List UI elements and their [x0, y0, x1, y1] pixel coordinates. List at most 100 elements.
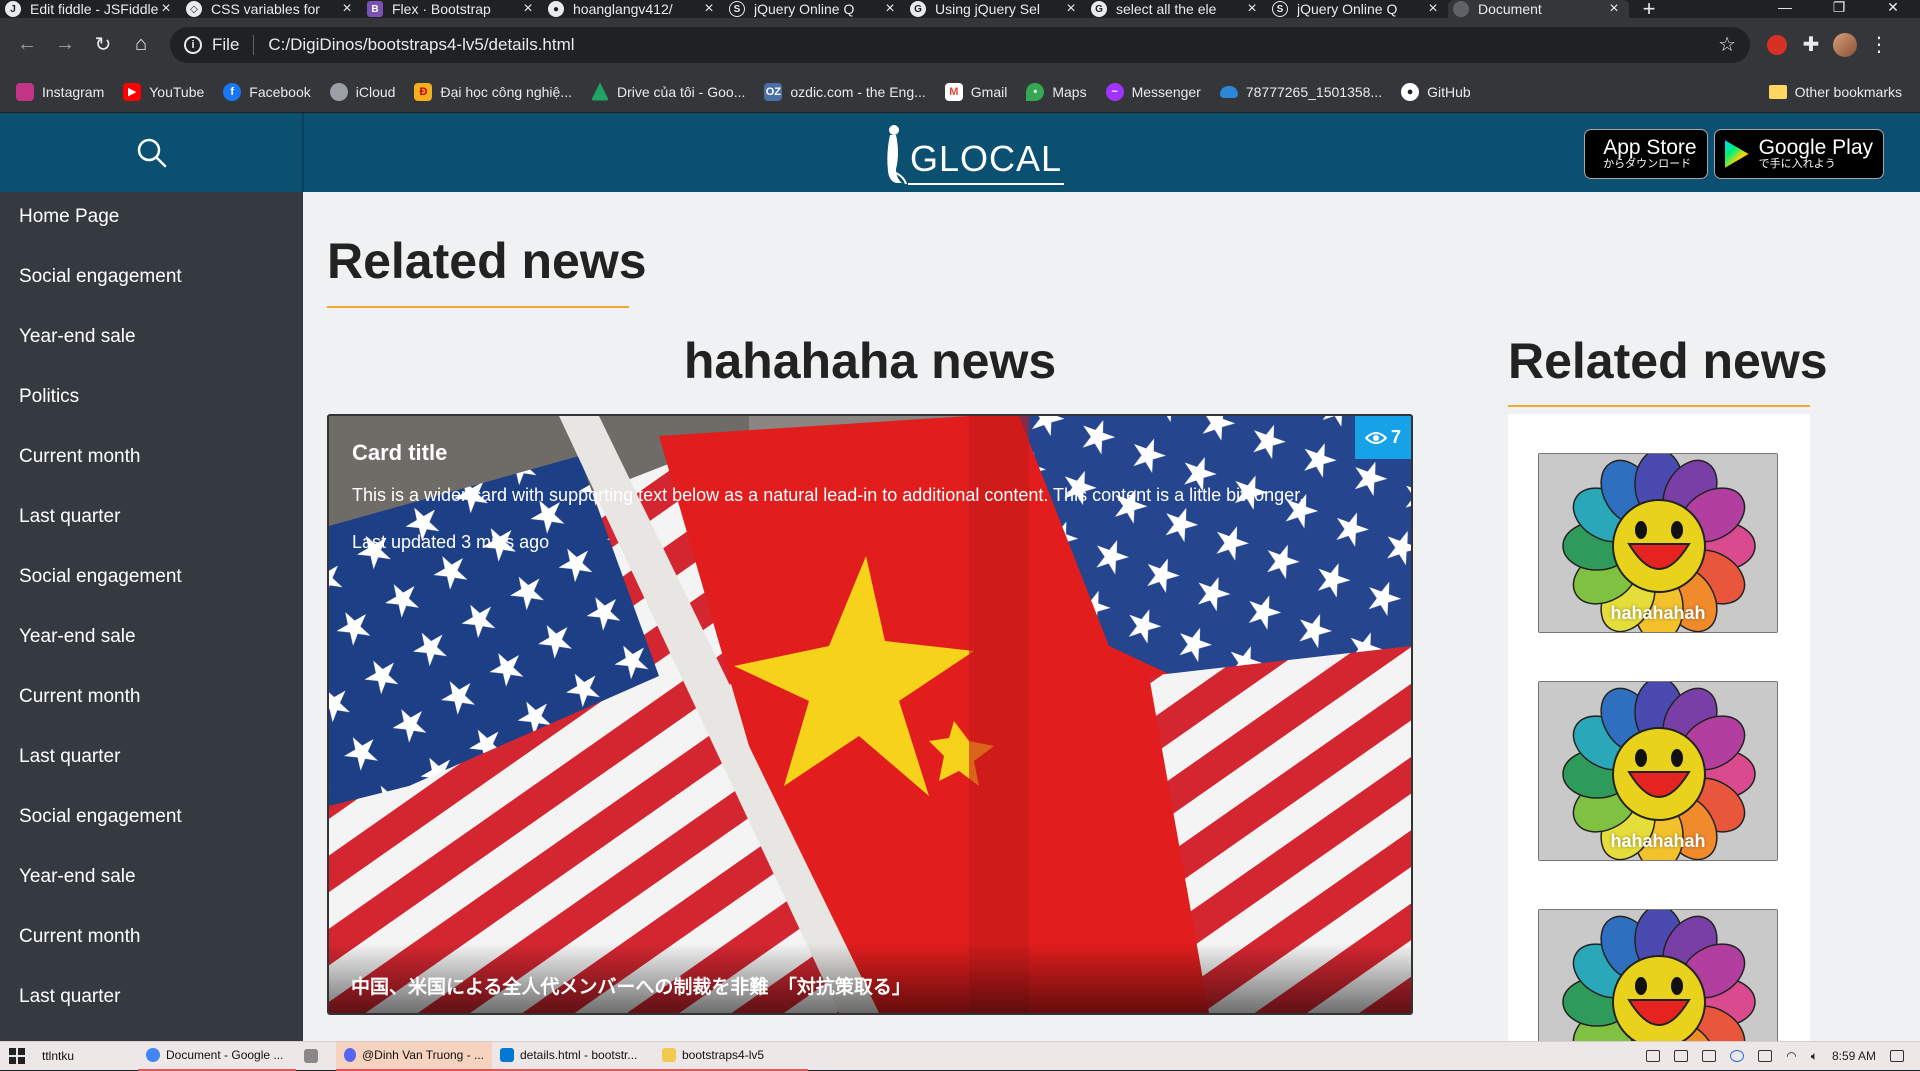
close-window-icon[interactable]: ✕ [1866, 0, 1920, 18]
sidebar-item-home-page[interactable]: Home Page [0, 194, 303, 254]
sidebar-item-social-engagement[interactable]: Social engagement [0, 794, 303, 854]
bookmark-university[interactable]: Đ Đại học công nghiệ... [414, 82, 572, 101]
browser-tab-active[interactable]: Document × [1448, 0, 1629, 18]
search-button[interactable] [0, 113, 303, 192]
university-icon: Đ [414, 82, 433, 101]
sidebar-item-last-quarter[interactable]: Last quarter [0, 974, 303, 1034]
bookmark-facebook[interactable]: f Facebook [223, 82, 311, 101]
browser-tab[interactable]: G Using jQuery Sel × [905, 0, 1086, 18]
close-tab-icon[interactable]: × [1064, 1, 1078, 17]
site-header: GLOCAL App Store からダウンロード Google Play で手… [0, 113, 1920, 192]
app-store-button[interactable]: App Store からダウンロード [1584, 129, 1708, 179]
close-tab-icon[interactable]: × [1245, 1, 1259, 17]
bookmark-gmail[interactable]: M Gmail [944, 82, 1007, 101]
site-icon: S [1272, 1, 1288, 17]
close-tab-icon[interactable]: × [1607, 1, 1621, 17]
close-tab-icon[interactable]: × [521, 1, 535, 17]
minimize-icon[interactable]: — [1758, 0, 1812, 18]
bookmark-github[interactable]: ● GitHub [1401, 82, 1471, 101]
other-bookmarks[interactable]: Other bookmarks [1768, 84, 1902, 100]
related-news-item[interactable]: hahahahah [1538, 453, 1778, 633]
chrome-menu-icon[interactable]: ⋮ [1862, 28, 1896, 62]
browser-tab[interactable]: ● hoanglangv412/× [543, 0, 724, 18]
sidebar-item-year-end-sale[interactable]: Year-end sale [0, 314, 303, 374]
taskbar-item-discord[interactable]: @Dinh Van Truong - ... [336, 1041, 492, 1071]
related-news-item[interactable]: hahahahah [1538, 681, 1778, 861]
main-content: Related news hahahaha news 7 Card title … [303, 192, 1920, 1041]
address-bar[interactable]: i File C:/DigiDinos/bootstraps4-lv5/deta… [170, 26, 1750, 63]
sidebar-item-current-month[interactable]: Current month [0, 434, 303, 494]
bookmark-instagram[interactable]: Instagram [16, 82, 104, 101]
sidebar-item-last-quarter[interactable]: Last quarter [0, 734, 303, 794]
sidebar-item-year-end-sale[interactable]: Year-end sale [0, 854, 303, 914]
new-tab-button[interactable]: + [1629, 0, 1669, 21]
windows-taskbar: ttlntku Document - Google ... @Dinh Van … [0, 1041, 1920, 1071]
tray-defender-icon[interactable] [1702, 1050, 1717, 1062]
sidebar-item-current-month[interactable]: Current month [0, 674, 303, 734]
news-card[interactable]: 7 Card title This is a wider card with s… [327, 414, 1413, 1015]
back-icon[interactable]: ← [8, 26, 46, 64]
codepen-icon: ◇ [186, 1, 202, 17]
close-tab-icon[interactable]: × [159, 1, 173, 17]
forward-icon[interactable]: → [46, 26, 84, 64]
github-icon: ● [548, 1, 564, 17]
sidebar-item-politics[interactable]: Politics [0, 374, 303, 434]
close-tab-icon[interactable]: × [1426, 1, 1440, 17]
notification-icon[interactable] [1890, 1050, 1904, 1062]
home-icon[interactable]: ⌂ [122, 26, 160, 64]
bookmark-ozdic[interactable]: OZ ozdic.com - the Eng... [764, 82, 926, 101]
globe-icon [1453, 1, 1469, 17]
sidebar-item-year-end-sale[interactable]: Year-end sale [0, 614, 303, 674]
tray-app-icon[interactable] [1646, 1050, 1661, 1062]
site-icon: S [729, 1, 745, 17]
profile-avatar[interactable] [1828, 28, 1862, 62]
bookmark-maps[interactable]: • Maps [1026, 82, 1087, 101]
taskbar-item-explorer[interactable]: bootstraps4-lv5 [654, 1042, 808, 1071]
card-text: This is a wider card with supporting tex… [352, 485, 1305, 505]
bookmark-icloud[interactable]: iCloud [329, 82, 395, 101]
browser-tab[interactable]: Gselect all the ele × [1086, 0, 1267, 18]
tray-app-icon[interactable] [1674, 1050, 1689, 1062]
related-news-item[interactable] [1538, 909, 1778, 1041]
taskbar-item-chrome[interactable]: Document - Google ... [138, 1042, 296, 1071]
browser-tab[interactable]: SjQuery Online Q × [1267, 0, 1448, 18]
close-tab-icon[interactable]: × [883, 1, 897, 17]
extensions-puzzle-icon[interactable]: ✚ [1794, 28, 1828, 62]
sidebar-item-social-engagement[interactable]: Social engagement [0, 554, 303, 614]
close-tab-icon[interactable]: × [702, 1, 716, 17]
browser-tab[interactable]: B Flex · Bootstrap × [362, 0, 543, 18]
close-tab-icon[interactable]: × [340, 1, 354, 17]
bookmark-drive[interactable]: Drive của tôi - Goo... [590, 82, 745, 101]
taskbar-item-task-view[interactable] [296, 1042, 336, 1071]
tray-sync-icon[interactable] [1730, 1050, 1745, 1062]
reload-icon[interactable]: ↻ [84, 26, 122, 64]
sidebar-item-last-quarter[interactable]: Last quarter [0, 494, 303, 554]
folder-icon [1768, 84, 1787, 99]
clock[interactable]: 8:59 AM [1832, 1049, 1876, 1063]
battery-icon[interactable] [1758, 1050, 1773, 1062]
start-button[interactable] [0, 1048, 34, 1064]
bookmark-onedrive[interactable]: 78777265_1501358... [1219, 84, 1382, 100]
info-icon[interactable]: i [184, 35, 202, 54]
taskbar-item[interactable]: ttlntku [34, 1042, 138, 1071]
volume-icon[interactable]: 🔈︎ [1811, 1049, 1818, 1064]
eye-icon [1364, 431, 1387, 444]
bookmark-youtube[interactable]: ▶ YouTube [123, 82, 204, 101]
related-news-title: Related news [1508, 333, 1828, 389]
browser-tab[interactable]: ◇ CSS variables for × [181, 0, 362, 18]
restore-icon[interactable]: ❐ [1812, 0, 1866, 18]
maps-icon: • [1026, 82, 1045, 101]
wifi-icon[interactable]: ◠ [1786, 1049, 1796, 1063]
browser-tab[interactable]: SjQuery Online Q × [724, 0, 905, 18]
taskbar-item-vscode[interactable]: details.html - bootstr... [492, 1042, 654, 1071]
bookmark-star-icon[interactable]: ☆ [1718, 32, 1736, 57]
site-logo[interactable]: GLOCAL [882, 121, 1065, 185]
address-separator [253, 34, 255, 55]
related-news-caption: hahahahah [1610, 831, 1706, 851]
extension-adblock-icon[interactable] [1760, 28, 1794, 62]
google-play-button[interactable]: Google Play で手に入れよう [1713, 129, 1884, 179]
sidebar-item-current-month[interactable]: Current month [0, 914, 303, 974]
browser-tab[interactable]: J Edit fiddle - JSFiddle × [0, 0, 181, 18]
sidebar-item-social-engagement[interactable]: Social engagement [0, 254, 303, 314]
bookmark-messenger[interactable]: ~ Messenger [1105, 82, 1201, 101]
